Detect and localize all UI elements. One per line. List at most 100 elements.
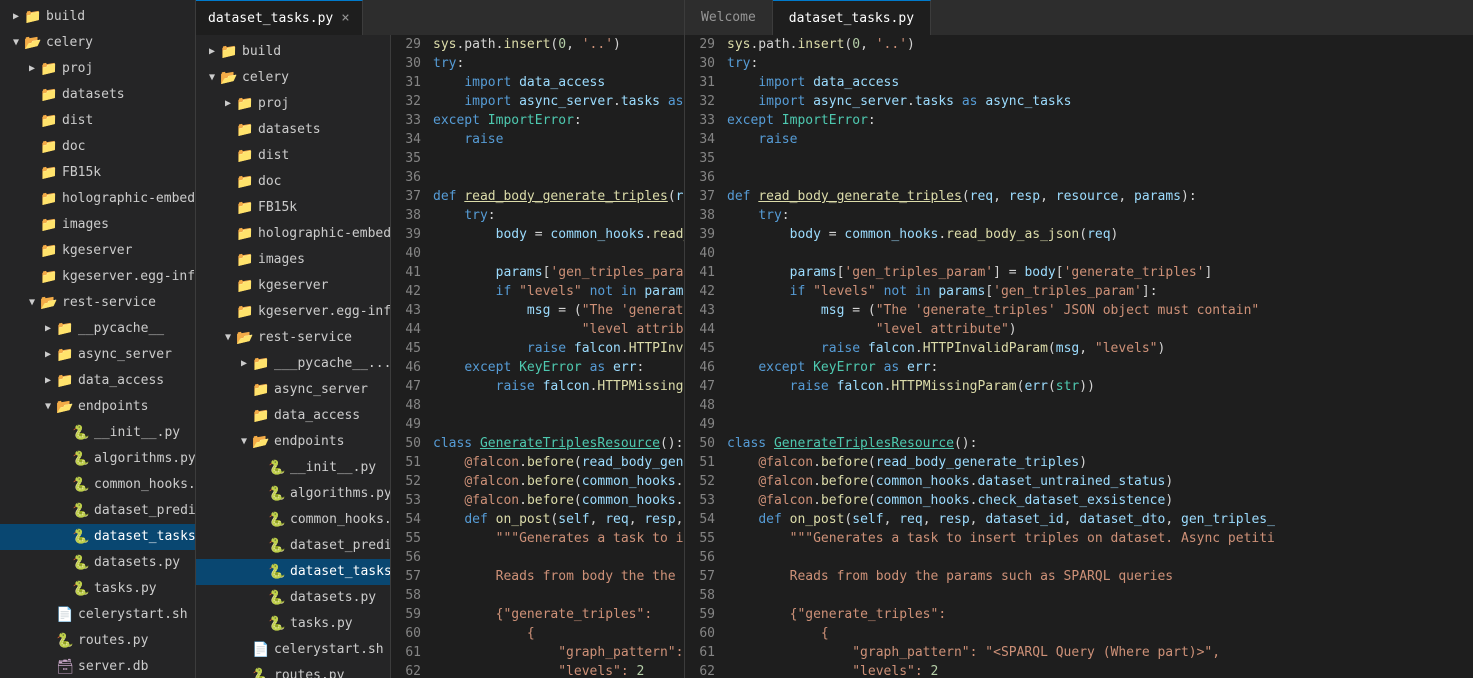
mid-item-images[interactable]: 📁 images <box>196 247 390 273</box>
sidebar-item-tasks-py[interactable]: 🐍 tasks.py <box>0 576 195 602</box>
sidebar-item-kgeserver-egg[interactable]: 📁 kgeserver.egg-info <box>0 264 195 290</box>
sidebar-item-server-db[interactable]: 🗃 server.db <box>0 654 195 678</box>
mid-folder-holographic: 📁 <box>236 225 254 243</box>
mid-item-routes[interactable]: 🐍 routes.py <box>196 663 390 678</box>
folder-icon-kgeserver-egg: 📁 <box>40 268 58 286</box>
center-code-editor[interactable]: 29 sys.path.insert(0, '..') 30 try: 31 i… <box>391 35 684 678</box>
sidebar-label-dataset-tasks: dataset_tasks.py <box>94 526 195 548</box>
mid-item-celery[interactable]: ▼ 📂 celery <box>196 65 390 91</box>
mid-item-algorithms[interactable]: 🐍 algorithms.py <box>196 481 390 507</box>
mid-item-fb15k[interactable]: 📁 FB15k <box>196 195 390 221</box>
sidebar-item-common-hooks[interactable]: 🐍 common_hooks.py <box>0 472 195 498</box>
sidebar-item-fb15k[interactable]: 📁 FB15k <box>0 160 195 186</box>
right-code-line-59: 59 {"generate_triples": <box>685 605 1473 624</box>
folder-icon-dist: 📁 <box>40 112 58 130</box>
sidebar-item-routes[interactable]: 🐍 routes.py <box>0 628 195 654</box>
mid-item-kgeserver[interactable]: 📁 kgeserver <box>196 273 390 299</box>
right-tab-welcome-label: Welcome <box>701 10 756 25</box>
mid-item-dist[interactable]: 📁 dist <box>196 143 390 169</box>
sidebar-item-rest-service[interactable]: ▼ 📂 rest-service <box>0 290 195 316</box>
center-tab-close[interactable]: × <box>341 10 349 26</box>
sidebar-item-holographic[interactable]: 📁 holographic-embeddings <box>0 186 195 212</box>
code-line-42: 42 if "levels" not in params['gen_triple… <box>391 282 684 301</box>
arrow-async-server: ▶ <box>40 344 56 366</box>
folder-icon-celery: 📂 <box>24 34 42 52</box>
sidebar-item-kgeserver[interactable]: 📁 kgeserver <box>0 238 195 264</box>
sidebar-item-dataset-prediction[interactable]: 🐍 dataset_prediction.p... <box>0 498 195 524</box>
mid-item-kgeserver-egg[interactable]: 📁 kgeserver.egg-info <box>196 299 390 325</box>
mid-label-kgeserver-egg: kgeserver.egg-info <box>258 301 391 323</box>
code-line-55: 55 """Generates a task to insert triples… <box>391 529 684 548</box>
mid-item-doc[interactable]: 📁 doc <box>196 169 390 195</box>
mid-item-datasets-py[interactable]: 🐍 datasets.py <box>196 585 390 611</box>
mid-item-holographic[interactable]: 📁 holographic-embeddings <box>196 221 390 247</box>
sidebar-label-dist: dist <box>62 110 93 132</box>
sidebar-item-init[interactable]: 🐍 __init__.py <box>0 420 195 446</box>
sidebar-item-data-access[interactable]: ▶ 📁 data_access <box>0 368 195 394</box>
file-icon-dataset-tasks: 🐍 <box>72 528 90 546</box>
sidebar-item-celerystart[interactable]: 📄 celerystart.sh <box>0 602 195 628</box>
mid-folder-build: 📁 <box>220 43 238 61</box>
center-tab-dataset-tasks[interactable]: dataset_tasks.py × <box>196 0 363 35</box>
sidebar-item-async-server[interactable]: ▶ 📁 async_server <box>0 342 195 368</box>
mid-item-dataset-tasks[interactable]: 🐍 dataset_tasks.py <box>196 559 390 585</box>
center-content: ▶ 📁 build ▼ 📂 celery ▶ 📁 proj 📁 datasets <box>196 35 684 678</box>
right-tab-dataset-tasks[interactable]: dataset_tasks.py <box>773 0 931 35</box>
mid-item-data-access[interactable]: 📁 data_access <box>196 403 390 429</box>
arrow-proj: ▶ <box>24 58 40 80</box>
sidebar-item-algorithms[interactable]: 🐍 algorithms.py <box>0 446 195 472</box>
mid-item-tasks-py[interactable]: 🐍 tasks.py <box>196 611 390 637</box>
mid-file-dataset-tasks: 🐍 <box>268 563 286 581</box>
right-code-line-50: 50 class GenerateTriplesResource(): <box>685 434 1473 453</box>
center-tab-bar: dataset_tasks.py × <box>196 0 684 35</box>
sidebar-item-datasets-py[interactable]: 🐍 datasets.py <box>0 550 195 576</box>
sidebar-item-dist[interactable]: 📁 dist <box>0 108 195 134</box>
sidebar-item-proj[interactable]: ▶ 📁 proj <box>0 56 195 82</box>
sidebar-item-dataset-tasks[interactable]: 🐍 dataset_tasks.py <box>0 524 195 550</box>
mid-item-pycache[interactable]: ▶ 📁 ___pycache__... <box>196 351 390 377</box>
mid-item-build[interactable]: ▶ 📁 build <box>196 39 390 65</box>
right-tab-bar: Welcome dataset_tasks.py <box>685 0 1473 35</box>
mid-label-algorithms: algorithms.py <box>290 483 391 505</box>
mid-item-init[interactable]: 🐍 __init__.py <box>196 455 390 481</box>
mid-label-kgeserver: kgeserver <box>258 275 328 297</box>
mid-item-proj[interactable]: ▶ 📁 proj <box>196 91 390 117</box>
folder-icon-pycache: 📁 <box>56 320 74 338</box>
mid-item-datasets[interactable]: 📁 datasets <box>196 117 390 143</box>
code-line-29: 29 sys.path.insert(0, '..') <box>391 35 684 54</box>
sidebar-item-build[interactable]: ▶ 📁 build <box>0 4 195 30</box>
sidebar-label-proj: proj <box>62 58 93 80</box>
right-code-line-36: 36 <box>685 168 1473 187</box>
mid-item-common-hooks[interactable]: 🐍 common_hooks.py <box>196 507 390 533</box>
mid-item-async-server[interactable]: 📁 async_server <box>196 377 390 403</box>
mid-item-celerystart[interactable]: 📄 celerystart.sh <box>196 637 390 663</box>
right-code-line-60: 60 { <box>685 624 1473 643</box>
sidebar-item-pycache[interactable]: ▶ 📁 __pycache__ <box>0 316 195 342</box>
code-line-36: 36 <box>391 168 684 187</box>
right-code-line-35: 35 <box>685 149 1473 168</box>
sidebar-item-datasets[interactable]: 📁 datasets <box>0 82 195 108</box>
folder-icon-holographic: 📁 <box>40 190 58 208</box>
sidebar-item-images[interactable]: 📁 images <box>0 212 195 238</box>
folder-icon-datasets: 📁 <box>40 86 58 104</box>
sidebar-label-fb15k: FB15k <box>62 162 101 184</box>
code-line-45: 45 raise falcon.HTTPInvalidParam(msg, "l… <box>391 339 684 358</box>
right-panel: Welcome dataset_tasks.py 29 sys.path.ins… <box>685 0 1473 678</box>
mid-arrow-proj: ▶ <box>220 93 236 115</box>
mid-item-rest-service[interactable]: ▼ 📂 rest-service <box>196 325 390 351</box>
mid-item-dataset-prediction[interactable]: 🐍 dataset_predictio... <box>196 533 390 559</box>
code-line-34: 34 raise <box>391 130 684 149</box>
mid-arrow-build: ▶ <box>204 41 220 63</box>
right-code-editor[interactable]: 29 sys.path.insert(0, '..') 30 try: 31 i… <box>685 35 1473 678</box>
right-code-line-42: 42 if "levels" not in params['gen_triple… <box>685 282 1473 301</box>
sidebar-item-celery[interactable]: ▼ 📂 celery <box>0 30 195 56</box>
right-tab-welcome[interactable]: Welcome <box>685 0 773 35</box>
sidebar-item-doc[interactable]: 📁 doc <box>0 134 195 160</box>
mid-label-doc: doc <box>258 171 281 193</box>
mid-file-dataset-prediction: 🐍 <box>268 537 286 555</box>
sidebar-label-common-hooks: common_hooks.py <box>94 474 195 496</box>
mid-item-endpoints[interactable]: ▼ 📂 endpoints <box>196 429 390 455</box>
sidebar-item-endpoints[interactable]: ▼ 📂 endpoints <box>0 394 195 420</box>
code-line-50: 50 class GenerateTriplesResource(): <box>391 434 684 453</box>
right-code-line-56: 56 <box>685 548 1473 567</box>
